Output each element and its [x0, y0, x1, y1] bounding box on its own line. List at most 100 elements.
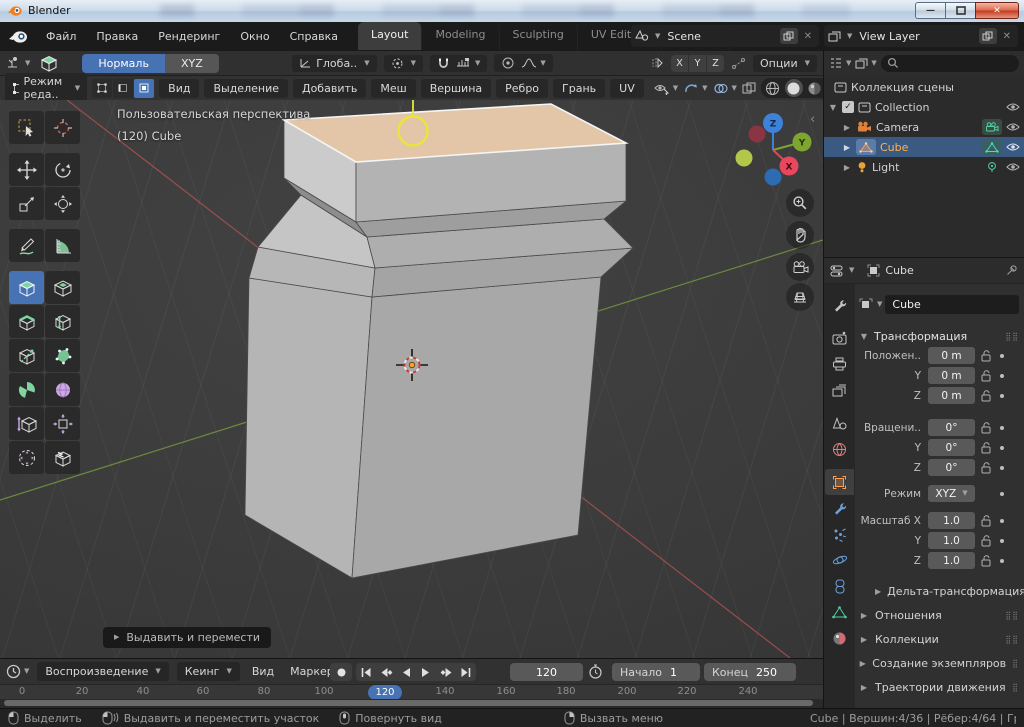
expand-arrow-icon[interactable]: ▶: [842, 143, 852, 152]
section-collections[interactable]: ▶Коллекции⣿⣿: [859, 627, 1019, 651]
scale-x-field[interactable]: 1.0: [928, 512, 975, 529]
object-visibility-dropdown[interactable]: ▼: [654, 82, 678, 95]
lock-icon[interactable]: [978, 370, 995, 382]
tool-inset-faces[interactable]: [45, 271, 80, 304]
menu-mesh[interactable]: Меш: [371, 79, 415, 98]
outliner-filter-dropdown[interactable]: ▼: [855, 57, 876, 69]
viewport-scene[interactable]: Z Y X: [0, 100, 823, 658]
menu-window[interactable]: Окно: [230, 25, 279, 48]
axis-neg-z-ball[interactable]: [765, 169, 782, 186]
lock-icon[interactable]: [978, 515, 995, 527]
menu-render[interactable]: Рендеринг: [148, 25, 230, 48]
pin-icon[interactable]: [1005, 264, 1018, 277]
shading-solid-button[interactable]: [785, 79, 803, 97]
section-motion-paths[interactable]: ▶Траектории движения⣿: [859, 675, 1019, 699]
mode-dropdown[interactable]: Режим реда..▼: [5, 73, 87, 103]
tab-material[interactable]: [825, 625, 854, 651]
object-type-icon[interactable]: ▼: [859, 298, 882, 311]
lock-icon[interactable]: [978, 350, 995, 362]
drag-handle-icon[interactable]: ⣿⣿: [1005, 635, 1019, 644]
timeline-ruler[interactable]: 0 20 40 60 80 100 120 140 160 180 200 22…: [0, 684, 823, 699]
lock-icon[interactable]: [978, 422, 995, 434]
scene-collection-row[interactable]: Коллекция сцены: [824, 77, 1024, 97]
os-titlebar[interactable]: Blender — ✕: [0, 0, 1024, 22]
menu-select[interactable]: Выделение: [204, 79, 288, 98]
menu-uv[interactable]: UV: [610, 79, 644, 98]
tool-smooth[interactable]: [45, 373, 80, 406]
breadcrumb-object-name[interactable]: Cube: [885, 264, 913, 277]
pan-hand-button[interactable]: [786, 221, 814, 249]
mirror-x-button[interactable]: X: [671, 55, 688, 72]
tool-loop-cut[interactable]: [45, 305, 80, 338]
orthographic-toggle-button[interactable]: [786, 283, 814, 311]
scrollbar-thumb[interactable]: [4, 700, 813, 706]
drag-handle-icon[interactable]: ⣿⣿: [1005, 332, 1019, 341]
lock-icon[interactable]: [978, 535, 995, 547]
lock-icon[interactable]: [978, 555, 995, 567]
current-frame-indicator[interactable]: 120: [368, 685, 402, 699]
face-select-button[interactable]: [134, 79, 154, 98]
mirror-y-button[interactable]: Y: [689, 55, 706, 72]
vertex-select-button[interactable]: [92, 79, 112, 98]
edge-select-button[interactable]: [113, 79, 133, 98]
active-tool-dropdown[interactable]: ▼: [6, 56, 30, 70]
transform-panel-header[interactable]: ▼ Трансформация ⣿⣿: [859, 326, 1019, 346]
remove-view-layer-icon[interactable]: ✕: [1000, 31, 1014, 42]
tab-view-layer[interactable]: [825, 377, 854, 403]
cube-row-selected[interactable]: ▶ Cube: [824, 137, 1024, 157]
auto-keyframe-button[interactable]: [330, 663, 352, 681]
unlink-scene-icon[interactable]: ✕: [801, 31, 815, 42]
frame-start-field[interactable]: Начало1: [612, 663, 700, 681]
scale-z-field[interactable]: 1.0: [928, 552, 975, 569]
tool-tweak-select[interactable]: [9, 111, 44, 144]
collapse-arrow-icon[interactable]: ▼: [859, 332, 869, 341]
scene-selector[interactable]: ▼ Scene ✕: [631, 25, 819, 47]
tool-rip-region[interactable]: [45, 441, 80, 474]
animate-dot[interactable]: [995, 446, 1008, 450]
tool-shrink-fatten[interactable]: [45, 407, 80, 440]
tool-cursor[interactable]: [45, 111, 80, 144]
timeline-editor-dropdown[interactable]: ▼: [6, 664, 29, 679]
expand-arrow-icon[interactable]: ▶: [842, 123, 852, 132]
snap-magnet-icon[interactable]: [437, 57, 450, 70]
scale-y-field[interactable]: 1.0: [928, 532, 975, 549]
overlays-toggle-dropdown[interactable]: ▼: [713, 82, 737, 95]
eye-icon[interactable]: [1006, 162, 1020, 172]
shading-material-button[interactable]: [806, 79, 824, 97]
tab-constraints[interactable]: [825, 573, 854, 599]
region-divider[interactable]: [0, 658, 823, 659]
axis-neg-x-ball[interactable]: [749, 126, 766, 143]
collection-row[interactable]: ▼ ✓ Collection: [824, 97, 1024, 117]
tool-scale[interactable]: [9, 187, 44, 220]
menu-vertex[interactable]: Вершина: [421, 79, 491, 98]
prev-keyframe-button[interactable]: [376, 663, 396, 681]
snap-path-icon[interactable]: [731, 57, 746, 70]
play-button[interactable]: [416, 663, 436, 681]
section-instancing[interactable]: ▶Создание экземпляров⣿: [859, 651, 1019, 675]
object-name-field[interactable]: Cube: [885, 295, 1019, 314]
jump-to-start-button[interactable]: [356, 663, 376, 681]
tool-knife[interactable]: [9, 339, 44, 372]
view-layer-name[interactable]: View Layer: [855, 30, 975, 43]
location-z-field[interactable]: 0 m: [928, 387, 975, 404]
animate-dot[interactable]: [995, 559, 1008, 563]
tab-tool[interactable]: [825, 292, 854, 318]
properties-editor-dropdown[interactable]: ▼: [830, 265, 854, 277]
xray-toggle[interactable]: [742, 82, 756, 95]
collection-checkbox[interactable]: ✓: [842, 101, 854, 113]
options-dropdown[interactable]: Опции▼: [753, 55, 817, 72]
current-frame-field[interactable]: 120: [510, 663, 583, 681]
viewport-3d[interactable]: Z Y X Пользовательская перспектива (120)…: [0, 100, 823, 658]
keying-dropdown[interactable]: Кеинг▼: [177, 662, 240, 681]
next-keyframe-button[interactable]: [436, 663, 456, 681]
camera-data-icon[interactable]: [982, 119, 1002, 135]
shading-wireframe-button[interactable]: [764, 79, 782, 97]
stopwatch-icon[interactable]: [588, 664, 603, 679]
tool-poly-build[interactable]: [45, 339, 80, 372]
eye-icon[interactable]: [1006, 142, 1020, 152]
new-scene-button[interactable]: [780, 28, 798, 44]
tab-scene[interactable]: [825, 410, 854, 436]
animate-dot[interactable]: [995, 519, 1008, 523]
menu-add[interactable]: Добавить: [293, 79, 366, 98]
rotation-mode-dropdown[interactable]: XYZ▼: [928, 485, 975, 502]
